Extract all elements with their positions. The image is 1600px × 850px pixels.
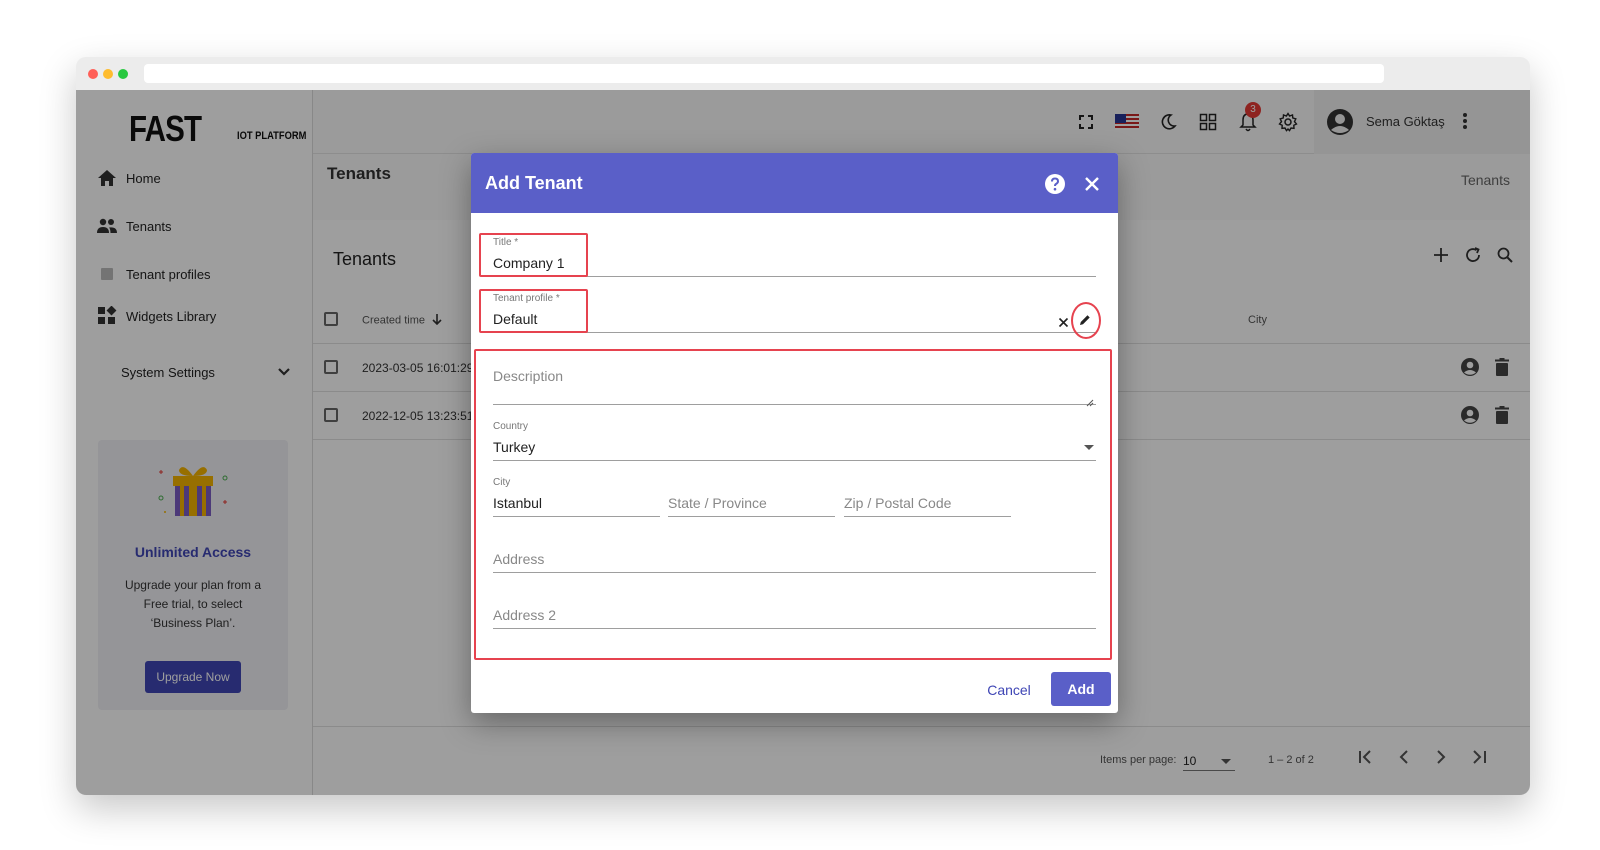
add-button[interactable]: Add bbox=[1051, 672, 1111, 706]
dialog-header: Add Tenant bbox=[471, 153, 1118, 213]
browser-chrome bbox=[76, 57, 1530, 90]
optional-fields-highlight-box bbox=[474, 349, 1112, 660]
edit-icon-highlight-circle bbox=[1071, 302, 1101, 339]
browser-window: FAST IOT PLATFORM Home Tenants Tenant pr… bbox=[76, 57, 1530, 795]
address-bar[interactable] bbox=[144, 64, 1384, 83]
add-tenant-dialog: Add Tenant Title * Company 1 Tenant prof… bbox=[471, 153, 1118, 713]
dialog-footer: Cancel Add bbox=[471, 665, 1118, 713]
maximize-window-dot[interactable] bbox=[118, 69, 128, 79]
tenant-profile-highlight-box bbox=[479, 289, 588, 333]
minimize-window-dot[interactable] bbox=[103, 69, 113, 79]
title-highlight-box bbox=[479, 233, 588, 277]
help-icon[interactable] bbox=[1044, 173, 1066, 195]
close-icon[interactable] bbox=[1081, 173, 1103, 195]
app-root: FAST IOT PLATFORM Home Tenants Tenant pr… bbox=[76, 90, 1530, 795]
close-window-dot[interactable] bbox=[88, 69, 98, 79]
cancel-button[interactable]: Cancel bbox=[979, 675, 1039, 705]
dialog-title: Add Tenant bbox=[485, 173, 583, 193]
clear-icon[interactable] bbox=[1058, 315, 1069, 333]
